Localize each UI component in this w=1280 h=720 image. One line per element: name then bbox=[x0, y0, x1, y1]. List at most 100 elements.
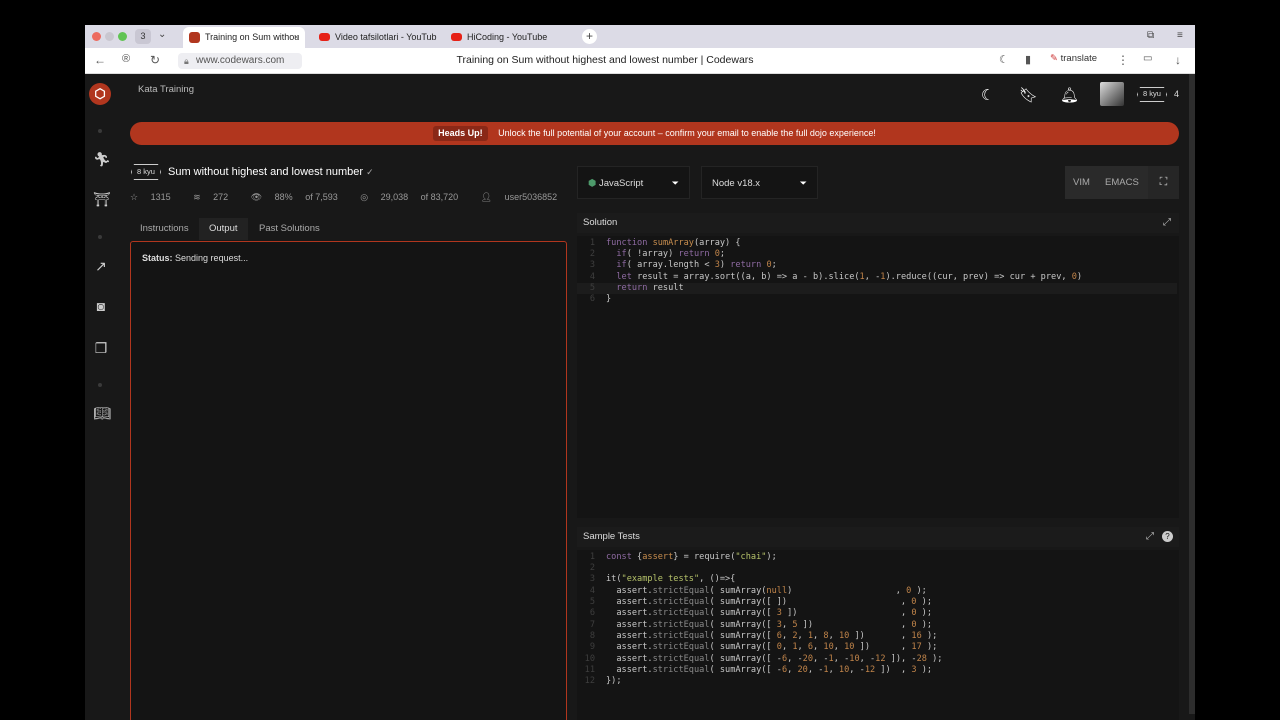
tab-youtube-hicoding[interactable]: HiCoding - YouTube bbox=[445, 27, 575, 48]
star-icon: ☆ bbox=[130, 192, 141, 202]
tab-count-badge[interactable]: 3 bbox=[135, 29, 151, 44]
sample-tests-pane-header: Sample Tests ⤢ ? bbox=[577, 527, 1179, 547]
training-icon[interactable]: 🏃︎ bbox=[93, 151, 111, 168]
maximize-window-icon[interactable] bbox=[118, 32, 127, 41]
sidebar: ⬡ 🏃︎ ⛩︎ ↗ ◙ ❐ 📖︎ bbox=[85, 74, 116, 720]
honor-count: 4 bbox=[1174, 89, 1180, 99]
status-line: Status: Sending request... bbox=[142, 253, 248, 263]
dark-mode-icon[interactable]: ☾ bbox=[999, 53, 1009, 66]
menu-icon[interactable]: ≡ bbox=[1177, 30, 1183, 41]
more-icon[interactable]: ⋮ bbox=[1117, 53, 1129, 67]
javascript-icon: ⬢ bbox=[588, 178, 599, 189]
code-line: 6 assert.strictEqual( sumArray([ 3 ]) , … bbox=[589, 608, 933, 618]
code-line: 12}); bbox=[584, 676, 622, 686]
code-line: 1 const {assert} = require("chai"); bbox=[589, 552, 777, 562]
extensions-icon[interactable]: ⧉ bbox=[1147, 30, 1154, 41]
discord-icon[interactable]: ◙ bbox=[93, 298, 109, 314]
collections-count: 272 bbox=[213, 192, 229, 202]
code-line: 6} bbox=[589, 294, 612, 304]
code-line: 4 let result = array.sort((a, b) => a - … bbox=[589, 272, 1083, 282]
divider-dot bbox=[98, 129, 102, 133]
code-line: 3 if( array.length < 3) return 0; bbox=[589, 260, 777, 270]
user-icon: 👤︎ bbox=[480, 192, 495, 202]
download-icon[interactable]: ↓ bbox=[1175, 53, 1181, 67]
output-panel: Status: Sending request... bbox=[130, 241, 567, 720]
theme-moon-icon[interactable]: ☾ bbox=[981, 86, 994, 104]
new-tab-button[interactable]: + bbox=[582, 29, 597, 44]
expand-icon[interactable]: ⤢ bbox=[1146, 527, 1154, 547]
leaderboard-icon[interactable]: ↗ bbox=[93, 258, 109, 275]
stars-count: 1315 bbox=[150, 192, 171, 202]
address-bar-row: ← ® ↻ 🔒︎ www.codewars.com Training on Su… bbox=[85, 48, 1195, 74]
codewars-logo-icon[interactable]: ⬡ bbox=[89, 83, 111, 105]
chevron-down-icon: ⏷ bbox=[671, 178, 679, 188]
code-line: 11 assert.strictEqual( sumArray([ -6, 20… bbox=[584, 665, 933, 675]
code-line: 2 bbox=[589, 563, 595, 573]
tab-list-chevron-icon[interactable]: ⌄ bbox=[158, 29, 166, 40]
tab-output[interactable]: Output bbox=[199, 218, 248, 240]
chevron-down-icon: ⏷ bbox=[799, 178, 807, 188]
tab-title: Video tafsilotlari - YouTub bbox=[335, 32, 437, 42]
email-confirm-banner: Heads Up! Unlock the full potential of y… bbox=[130, 122, 1179, 145]
stars-stat[interactable]: ☆ 1315 bbox=[130, 192, 181, 202]
tab-instructions[interactable]: Instructions bbox=[130, 218, 199, 240]
tab-youtube-video[interactable]: Video tafsilotlari - YouTub bbox=[313, 27, 439, 48]
code-line: 5 assert.strictEqual( sumArray([ ]) , 0 … bbox=[589, 597, 932, 607]
collections-stat: ≋ 272 bbox=[193, 192, 238, 202]
breadcrumb[interactable]: Kata Training bbox=[138, 84, 194, 95]
completed-value: 29,038 bbox=[380, 192, 409, 202]
heads-up-label: Heads Up! bbox=[433, 126, 488, 141]
docs-book-icon[interactable]: 📖︎ bbox=[93, 405, 111, 422]
help-icon[interactable]: ? bbox=[1162, 531, 1173, 542]
codewars-favicon-icon bbox=[189, 32, 200, 43]
status-label: Status: bbox=[142, 253, 173, 263]
practice-icon[interactable]: ⛩︎ bbox=[93, 191, 111, 208]
close-tab-icon[interactable]: × bbox=[294, 27, 299, 48]
code-line: 3 it("example tests", ()=>{ bbox=[589, 574, 736, 584]
close-window-icon[interactable] bbox=[92, 32, 101, 41]
bookmark-icon[interactable]: ▮ bbox=[1025, 53, 1031, 66]
runtime-value: Node v18.x bbox=[712, 178, 761, 189]
bookmark-icon[interactable]: 🔖︎ bbox=[1019, 86, 1038, 104]
browser-window: 3 ⌄ Training on Sum withou × Video tafsi… bbox=[85, 25, 1195, 720]
youtube-favicon-icon bbox=[319, 33, 330, 41]
translate-label: translate bbox=[1060, 53, 1098, 64]
kata-title: Sum without highest and lowest number ✓ bbox=[168, 166, 374, 178]
tab-title: Training on Sum withou bbox=[205, 32, 300, 42]
language-select[interactable]: ⬢ JavaScript ⏷ bbox=[577, 166, 690, 199]
stack-icon: ≋ bbox=[193, 192, 204, 202]
minimize-window-icon[interactable] bbox=[105, 32, 114, 41]
expand-icon[interactable]: ⤢ bbox=[1163, 213, 1171, 233]
battery-icon: ▭ bbox=[1143, 53, 1153, 64]
solution-editor[interactable]: 1 function sumArray(array) { 2 if( !array… bbox=[577, 236, 1179, 518]
completed-of: of 83,720 bbox=[420, 192, 459, 202]
runtime-select[interactable]: Node v18.x ⏷ bbox=[701, 166, 818, 199]
language-value: JavaScript bbox=[598, 178, 644, 189]
satisfaction-of: of 7,593 bbox=[305, 192, 338, 202]
check-icon: ✓ bbox=[366, 167, 374, 177]
code-line: 1 function sumArray(array) { bbox=[589, 238, 741, 248]
codewars-app: ⬡ 🏃︎ ⛩︎ ↗ ◙ ❐ 📖︎ Kata Training ☾ 🔖︎ 🔔︎ 8… bbox=[85, 74, 1195, 720]
kata-title-text: Sum without highest and lowest number bbox=[168, 166, 364, 178]
translate-button[interactable]: ✎ translate bbox=[1050, 53, 1097, 64]
kata-rank-badge: 8 kyu bbox=[131, 164, 161, 180]
emacs-mode-button[interactable]: EMACS bbox=[1105, 166, 1139, 199]
tab-title: HiCoding - YouTube bbox=[467, 32, 548, 42]
satisfaction-stat: 👁︎ 88% of 7,593 bbox=[251, 192, 348, 202]
author-stat[interactable]: 👤︎ user5036852 bbox=[481, 192, 567, 202]
fullscreen-icon[interactable]: ⛶ bbox=[1148, 166, 1179, 199]
tab-codewars[interactable]: Training on Sum withou × bbox=[183, 27, 305, 48]
vim-mode-button[interactable]: VIM bbox=[1073, 166, 1090, 199]
page-title: Training on Sum without highest and lowe… bbox=[456, 54, 754, 66]
code-line: 5 return result bbox=[577, 283, 1177, 295]
code-line: 9 assert.strictEqual( sumArray([ 0, 1, 6… bbox=[589, 642, 938, 652]
page-scrollbar[interactable] bbox=[1189, 74, 1195, 714]
banner-message[interactable]: Unlock the full potential of your accoun… bbox=[498, 128, 876, 138]
avatar[interactable] bbox=[1100, 82, 1124, 106]
sample-tests-editor[interactable]: 1 const {assert} = require("chai"); 2 3 it… bbox=[577, 550, 1179, 720]
code-line: 7 assert.strictEqual( sumArray([ 3, 5 ])… bbox=[589, 620, 933, 630]
kata-stats: ☆ 1315 ≋ 272 👁︎ 88% of 7,593 ◎ 29,038 of… bbox=[130, 192, 577, 203]
discussions-icon[interactable]: ❐ bbox=[93, 340, 109, 357]
notifications-bell-icon[interactable]: 🔔︎ bbox=[1060, 86, 1079, 104]
tab-past-solutions[interactable]: Past Solutions bbox=[249, 218, 330, 240]
